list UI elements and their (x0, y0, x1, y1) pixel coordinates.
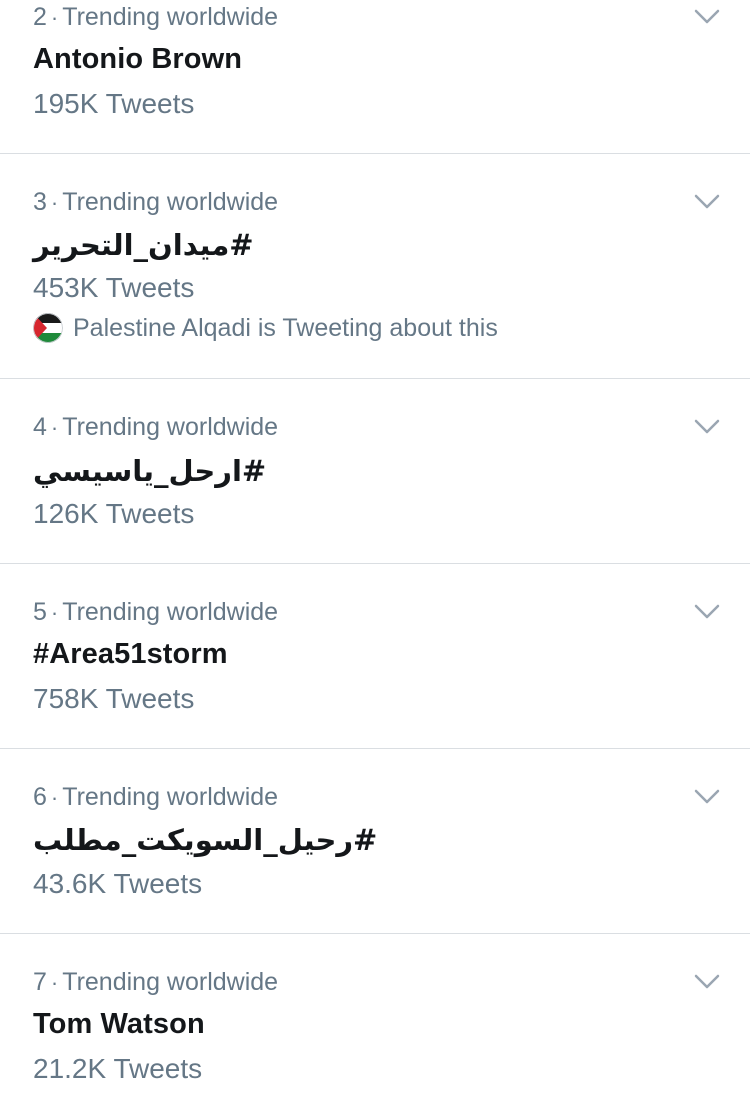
trend-tweet-count: 126K Tweets (33, 498, 195, 529)
trend-item[interactable]: 7 · Trending worldwide Tom Watson 21.2K Tw… (0, 934, 750, 1109)
chevron-down-icon[interactable] (694, 789, 720, 805)
trend-location-label: Trending worldwide (62, 968, 279, 996)
trend-name[interactable]: #رحيل_السويكت_مطلب (33, 820, 377, 860)
trend-name[interactable]: #ميدان_التحرير (33, 225, 254, 265)
trend-location-label: Trending worldwide (62, 413, 279, 441)
palestine-flag-avatar (33, 313, 63, 343)
trend-separator: · (50, 5, 59, 30)
chevron-down-icon[interactable] (694, 974, 720, 990)
trend-name[interactable]: #ارحل_ياسيسي (33, 451, 266, 491)
trend-rank: 6 (33, 783, 47, 811)
trend-tweet-count: 758K Tweets (33, 683, 195, 714)
trend-item[interactable]: 6 · Trending worldwide #رحيل_السويكت_مطلب … (0, 749, 750, 934)
trend-item[interactable]: 4 · Trending worldwide #ارحل_ياسيسي 126K T… (0, 379, 750, 564)
trend-rank: 5 (33, 598, 47, 626)
trend-meta: 2 · Trending worldwide (33, 0, 278, 34)
trend-item[interactable]: 2 · Trending worldwide Antonio Brown 195K … (0, 0, 750, 154)
trends-list: 2 · Trending worldwide Antonio Brown 195K … (0, 0, 750, 1109)
chevron-down-icon[interactable] (694, 194, 720, 210)
chevron-down-icon[interactable] (694, 419, 720, 435)
trend-meta: 4 · Trending worldwide (33, 410, 278, 444)
chevron-down-icon[interactable] (694, 9, 720, 25)
trend-location-label: Trending worldwide (62, 188, 279, 216)
trend-separator: · (50, 190, 59, 215)
trend-meta: 5 · Trending worldwide (33, 595, 278, 629)
trend-name[interactable]: #Area51storm (33, 634, 228, 674)
trend-name[interactable]: Antonio Brown (33, 39, 242, 79)
trend-tweet-count: 195K Tweets (33, 88, 195, 119)
trend-rank: 3 (33, 188, 47, 216)
trend-location-label: Trending worldwide (62, 783, 279, 811)
trend-name[interactable]: Tom Watson (33, 1004, 205, 1044)
social-context-text: Palestine Alqadi is Tweeting about this (73, 314, 498, 342)
trend-separator: · (50, 970, 59, 995)
trend-tweet-count: 43.6K Tweets (33, 868, 203, 899)
trend-meta: 7 · Trending worldwide (33, 965, 278, 999)
trend-separator: · (50, 785, 59, 810)
trend-separator: · (50, 600, 59, 625)
trend-item[interactable]: 5 · Trending worldwide #Area51storm 758K T… (0, 564, 750, 749)
trend-meta: 6 · Trending worldwide (33, 780, 278, 814)
chevron-down-icon[interactable] (694, 604, 720, 620)
trend-rank: 7 (33, 968, 47, 996)
trend-social-context: Palestine Alqadi is Tweeting about this (33, 311, 498, 345)
trend-item[interactable]: 3 · Trending worldwide #ميدان_التحرير 453K… (0, 154, 750, 379)
trend-location-label: Trending worldwide (62, 598, 279, 626)
trend-separator: · (50, 415, 59, 440)
trend-tweet-count: 453K Tweets (33, 272, 195, 303)
trend-rank: 2 (33, 3, 47, 31)
trend-tweet-count: 21.2K Tweets (33, 1053, 203, 1084)
trend-location-label: Trending worldwide (62, 3, 279, 31)
trend-rank: 4 (33, 413, 47, 441)
trend-meta: 3 · Trending worldwide (33, 185, 278, 219)
